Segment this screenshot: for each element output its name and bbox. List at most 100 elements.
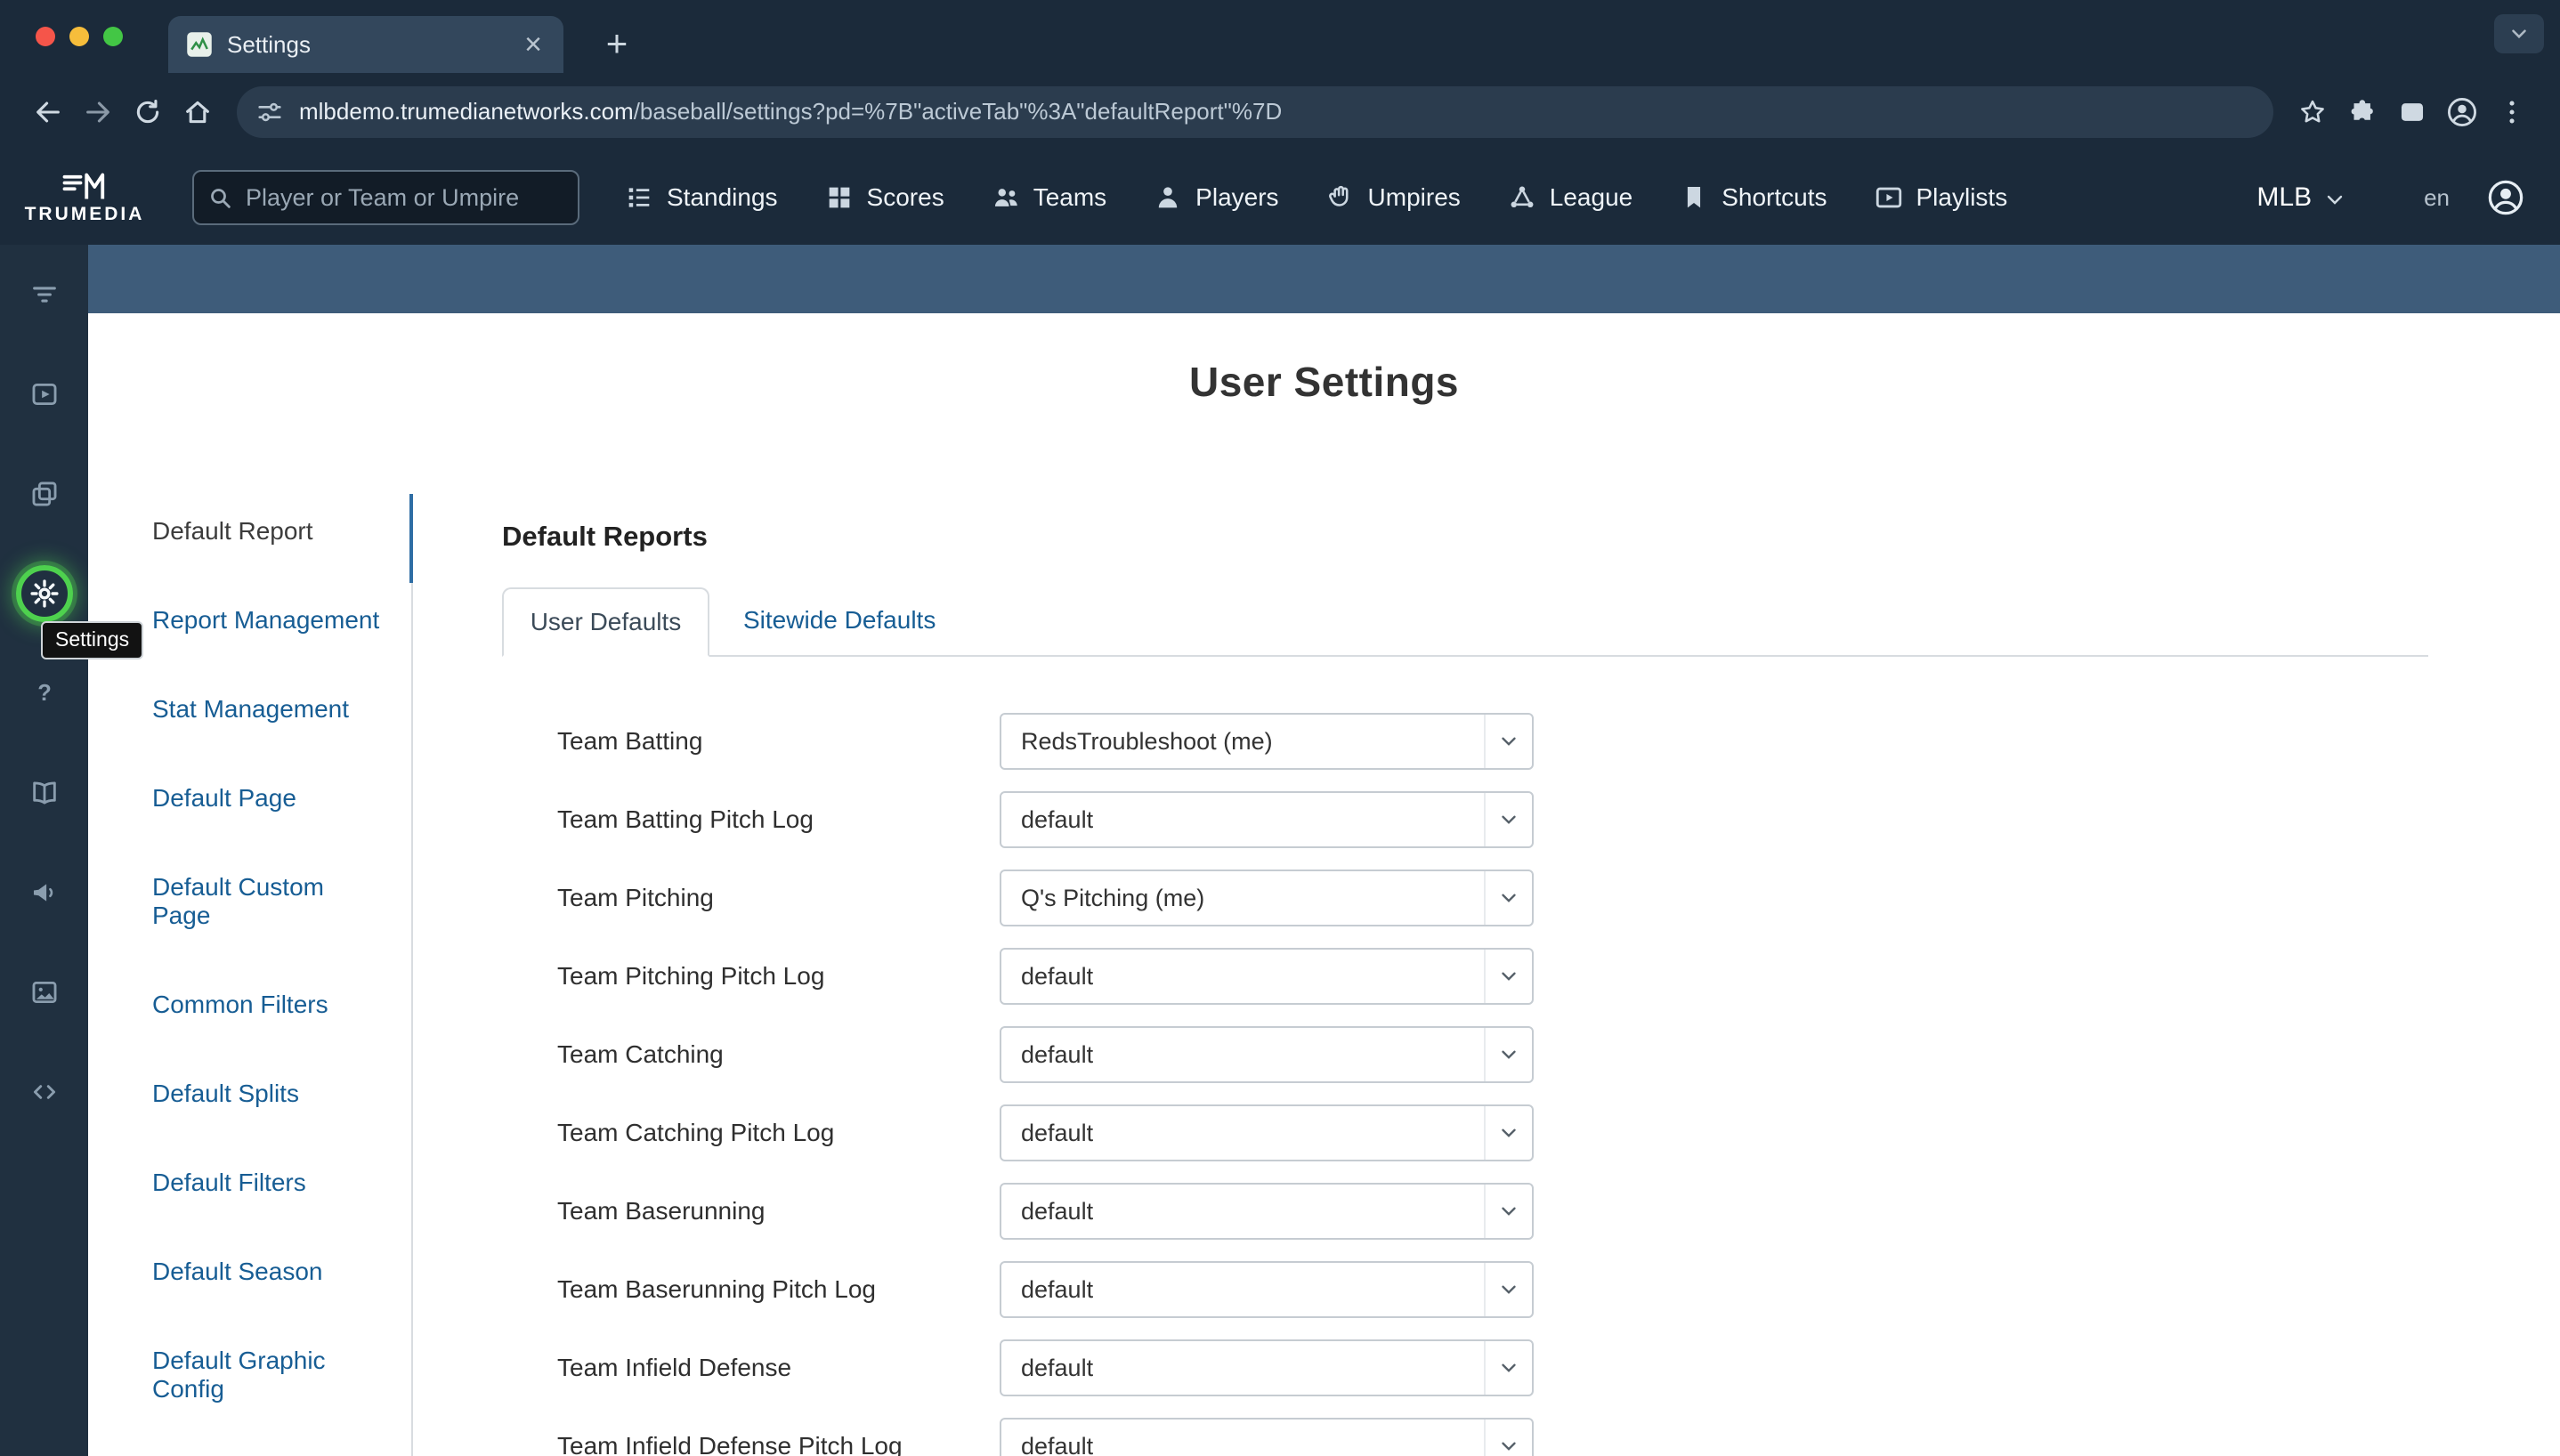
account-icon[interactable] [2485, 177, 2526, 218]
sidebar-item-glossary[interactable] [0, 743, 88, 843]
chevron-down-icon [1484, 1263, 1532, 1316]
team-catching-select[interactable]: default [1000, 1026, 1534, 1083]
new-tab-button[interactable]: + [595, 21, 639, 66]
settings-nav-item-stat-management[interactable]: Stat Management [152, 695, 411, 724]
select-value: default [1001, 806, 1484, 834]
sidebar-item-announcements[interactable] [0, 843, 88, 942]
minimize-window-button[interactable] [69, 27, 89, 46]
standings-icon [624, 182, 654, 213]
settings-nav-item-default-report[interactable]: Default Report [152, 517, 411, 546]
nav-item-label: Scores [867, 183, 944, 212]
nav-item-league[interactable]: League [1507, 182, 1632, 213]
url-text: mlbdemo.trumedianetworks.com/baseball/se… [299, 98, 1282, 125]
team-infield-defense-pitch-log-select[interactable]: default [1000, 1418, 1534, 1456]
browser-menu-dots-icon[interactable] [2487, 87, 2537, 137]
settings-content: Default Reports User DefaultsSitewide De… [502, 496, 2428, 1456]
extensions-puzzle-icon[interactable] [2337, 87, 2387, 137]
browser-profile-avatar[interactable] [2437, 87, 2487, 137]
nav-item-label: Playlists [1916, 183, 2008, 212]
team-baserunning-select[interactable]: default [1000, 1183, 1534, 1240]
team-batting-pitch-log-select[interactable]: default [1000, 791, 1534, 848]
nav-item-playlists[interactable]: Playlists [1874, 182, 2008, 213]
browser-tab-settings[interactable]: Settings × [168, 16, 563, 73]
side-panel-icon[interactable] [2387, 87, 2437, 137]
settings-nav-item-default-season[interactable]: Default Season [152, 1258, 411, 1286]
nav-item-teams[interactable]: Teams [991, 182, 1106, 213]
select-value: default [1001, 1433, 1484, 1456]
field-row-team-baserunning: Team Baserunningdefault [557, 1183, 2428, 1240]
nav-item-label: Umpires [1368, 183, 1461, 212]
select-value: default [1001, 1041, 1484, 1069]
tab-sitewide-defaults[interactable]: Sitewide Defaults [709, 586, 969, 655]
icon-wrap [29, 379, 60, 409]
icon-wrap [29, 479, 60, 509]
icon-wrap [29, 878, 60, 908]
settings-gear-icon [29, 578, 60, 609]
trumedia-logo-icon [57, 171, 112, 203]
sidebar-item-video[interactable] [0, 344, 88, 444]
browser-addressbar: mlbdemo.trumedianetworks.com/baseball/se… [0, 73, 2560, 150]
nav-item-label: League [1550, 183, 1632, 212]
settings-nav-item-default-custom-page[interactable]: Default Custom Page [152, 873, 411, 930]
back-button[interactable] [23, 87, 73, 137]
reload-button[interactable] [123, 87, 173, 137]
settings-nav-item-default-graphic-config[interactable]: Default Graphic Config [152, 1347, 411, 1403]
team-infield-defense-select[interactable]: default [1000, 1339, 1534, 1396]
nav-item-shortcuts[interactable]: Shortcuts [1679, 182, 1827, 213]
settings-nav-item-default-splits[interactable]: Default Splits [152, 1080, 411, 1108]
sidebar-item-developer[interactable] [0, 1042, 88, 1142]
language-label[interactable]: en [2424, 184, 2450, 212]
global-search-box[interactable] [192, 170, 579, 225]
announcements-megaphone-icon [29, 878, 60, 908]
window-controls [36, 27, 123, 46]
settings-nav-item-default-filters[interactable]: Default Filters [152, 1169, 411, 1197]
tab-search-button[interactable] [2494, 14, 2544, 53]
nav-item-label: Players [1195, 183, 1278, 212]
address-bar[interactable]: mlbdemo.trumedianetworks.com/baseball/se… [237, 86, 2273, 138]
nav-item-label: Standings [667, 183, 778, 212]
sidebar-item-filters[interactable] [0, 245, 88, 344]
video-icon [29, 379, 60, 409]
forward-button[interactable] [73, 87, 123, 137]
playlists-icon [1874, 182, 1904, 213]
nav-item-umpires[interactable]: Umpires [1325, 182, 1461, 213]
icon-wrap [29, 977, 60, 1007]
chevron-down-icon [1484, 793, 1532, 846]
bookmark-star-icon[interactable] [2288, 87, 2337, 137]
trumedia-logo[interactable]: TRUMEDIA [0, 171, 169, 225]
section-heading: Default Reports [502, 521, 2428, 553]
sidebar-item-media[interactable] [0, 942, 88, 1042]
close-window-button[interactable] [36, 27, 55, 46]
field-label: Team Catching Pitch Log [557, 1119, 1000, 1147]
sidebar-item-cards[interactable] [0, 444, 88, 544]
settings-nav-item-default-page[interactable]: Default Page [152, 784, 411, 813]
team-pitching-select[interactable]: Q's Pitching (me) [1000, 870, 1534, 926]
site-info-tune-icon[interactable] [255, 97, 285, 127]
tab-close-icon[interactable]: × [521, 29, 546, 60]
fullscreen-window-button[interactable] [103, 27, 123, 46]
settings-nav-item-report-management[interactable]: Report Management [152, 606, 411, 635]
settings-nav-item-common-filters[interactable]: Common Filters [152, 991, 411, 1019]
team-batting-select[interactable]: RedsTroubleshoot (me) [1000, 713, 1534, 770]
select-value: default [1001, 1198, 1484, 1225]
nav-item-players[interactable]: Players [1153, 182, 1278, 213]
scores-icon [824, 182, 855, 213]
field-label: Team Batting [557, 727, 1000, 756]
chevron-down-icon [1484, 1341, 1532, 1395]
nav-item-scores[interactable]: Scores [824, 182, 944, 213]
default-reports-form: Team BattingRedsTroubleshoot (me) Team Ba… [502, 713, 2428, 1456]
league-selector-value: MLB [2256, 182, 2312, 213]
chevron-down-icon [1484, 1420, 1532, 1456]
chevron-down-icon [1484, 871, 1532, 925]
main-content: User Settings Default ReportReport Manag… [88, 245, 2560, 1456]
team-catching-pitch-log-select[interactable]: default [1000, 1104, 1534, 1161]
nav-item-standings[interactable]: Standings [624, 182, 778, 213]
team-pitching-pitch-log-select[interactable]: default [1000, 948, 1534, 1005]
search-input[interactable] [244, 183, 565, 213]
team-baserunning-pitch-log-select[interactable]: default [1000, 1261, 1534, 1318]
browser-titlebar: Settings × + [0, 0, 2560, 73]
league-selector[interactable]: MLB [2256, 182, 2345, 213]
tab-user-defaults[interactable]: User Defaults [502, 587, 709, 657]
settings-tooltip: Settings [41, 621, 143, 659]
home-button[interactable] [173, 87, 223, 137]
